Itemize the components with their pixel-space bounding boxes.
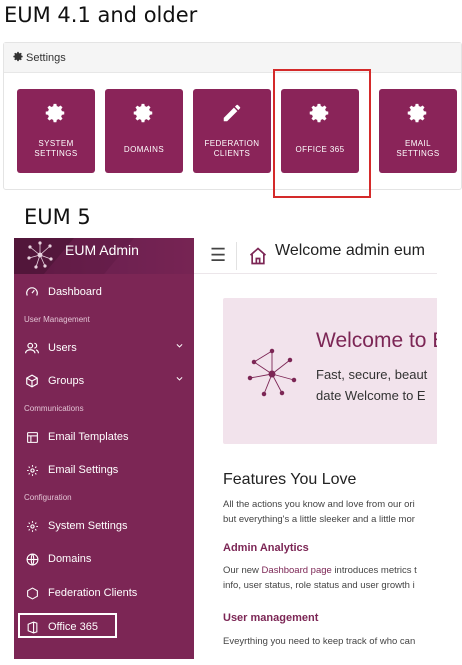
sidebar-item-label: Groups [48,375,85,387]
sidebar-item-email-settings[interactable]: Email Settings [24,460,184,480]
hamburger-menu-icon[interactable]: ☰ [210,245,226,266]
cube-icon [24,373,40,389]
sidebar-item-users[interactable]: Users [24,338,184,358]
office-365-highlight-box [18,613,117,638]
hero-title: Welcome to E [316,329,437,352]
sidebar-item-system-settings[interactable]: System Settings [24,516,184,536]
divider [236,242,237,270]
brand-title: EUM Admin [65,242,139,258]
gear-icon [13,51,24,65]
old-settings-header: Settings [4,43,461,73]
heading-eum-41: EUM 4.1 and older [4,3,198,27]
hero-subtitle: Fast, secure, beaut date Welcome to E [316,367,428,403]
tile-system-settings[interactable]: SYSTEM SETTINGS [17,89,95,173]
chevron-down-icon[interactable] [175,341,184,353]
gear-icon [24,518,40,534]
brand-logo-icon [26,241,54,274]
sidebar-item-label: Dashboard [48,286,102,298]
sidebar-item-label: Users [48,342,77,354]
pencil-icon [193,102,271,126]
chevron-down-icon[interactable] [175,374,184,386]
features-heading: Features You Love [223,471,357,488]
network-star-icon [246,348,298,403]
sidebar-item-label: Email Settings [48,464,119,476]
users-icon [24,340,40,356]
eum5-admin-window: EUM Admin Dashboard User Management User… [14,238,437,659]
tile-label: DOMAINS [123,145,165,154]
template-icon [24,429,40,445]
tile-label: EMAIL SETTINGS [396,139,440,158]
home-icon[interactable] [248,246,268,271]
sidebar-item-email-templates[interactable]: Email Templates [24,427,184,447]
dashboard-page-link[interactable]: Dashboard page [262,565,332,576]
heading-eum-5: EUM 5 [24,205,91,229]
sidebar-item-label: Email Templates [48,431,129,443]
tile-federation-clients[interactable]: FEDERATION CLIENTS [193,89,271,173]
section-label-configuration: Configuration [24,493,72,502]
sidebar-item-domains[interactable]: Domains [24,549,184,569]
gear-icon [379,102,457,126]
tile-domains[interactable]: DOMAINS [105,89,183,173]
office-365-highlight-box [273,69,371,198]
sidebar-item-label: Federation Clients [48,587,138,599]
admin-analytics-text: Our new Dashboard page introduces metric… [223,565,417,591]
admin-analytics-heading: Admin Analytics [223,542,309,554]
sidebar: EUM Admin Dashboard User Management User… [14,238,194,659]
main-content: Welcome to E Fast, secure, beaut date We… [194,274,437,659]
gear-icon [17,102,95,126]
section-label-communications: Communications [24,404,84,413]
sidebar-item-groups[interactable]: Groups [24,371,184,391]
gear-icon [24,462,40,478]
gear-icon [105,102,183,126]
tile-email-settings[interactable]: EMAIL SETTINGS [379,89,457,173]
user-management-heading: User management [223,612,319,624]
tile-label: FEDERATION CLIENTS [204,139,260,158]
features-intro: All the actions you know and love from o… [223,499,415,525]
user-management-text: Eveyrthing you need to keep track of who… [223,636,416,647]
old-settings-title: Settings [26,51,66,64]
tile-label: SYSTEM SETTINGS [34,139,78,158]
section-label-user-management: User Management [24,315,90,324]
sidebar-item-label: System Settings [48,520,128,532]
sidebar-item-label: Domains [48,553,92,565]
globe-icon [24,551,40,567]
hexagon-icon [24,585,40,601]
welcome-hero-card: Welcome to E Fast, secure, beaut date We… [223,298,437,444]
sidebar-item-dashboard[interactable]: Dashboard [24,282,184,302]
dashboard-gauge-icon [24,284,40,300]
sidebar-item-federation-clients[interactable]: Federation Clients [24,583,184,603]
page-title: Welcome admin eum [275,242,425,259]
brand-bar[interactable]: EUM Admin [14,238,194,274]
top-bar: ☰ Welcome admin eum [194,238,437,274]
